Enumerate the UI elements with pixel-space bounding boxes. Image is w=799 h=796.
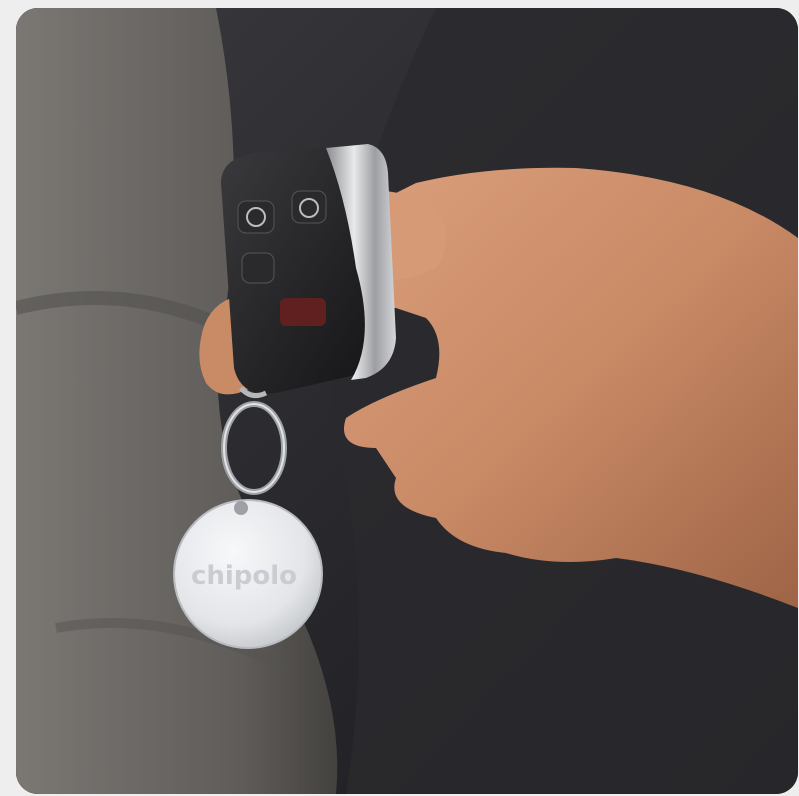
- chipolo-logo: chipolo: [191, 561, 297, 591]
- panic-button: [280, 298, 326, 326]
- unlock-button: [291, 190, 327, 224]
- product-photo: chipolo: [16, 8, 798, 794]
- tracker-hole: [234, 501, 248, 515]
- lock-button: [237, 200, 275, 234]
- photo-scene: chipolo: [16, 8, 798, 794]
- chipolo-tracker: chipolo: [173, 499, 323, 649]
- key-fob: [221, 144, 396, 394]
- trunk-button: [241, 252, 275, 284]
